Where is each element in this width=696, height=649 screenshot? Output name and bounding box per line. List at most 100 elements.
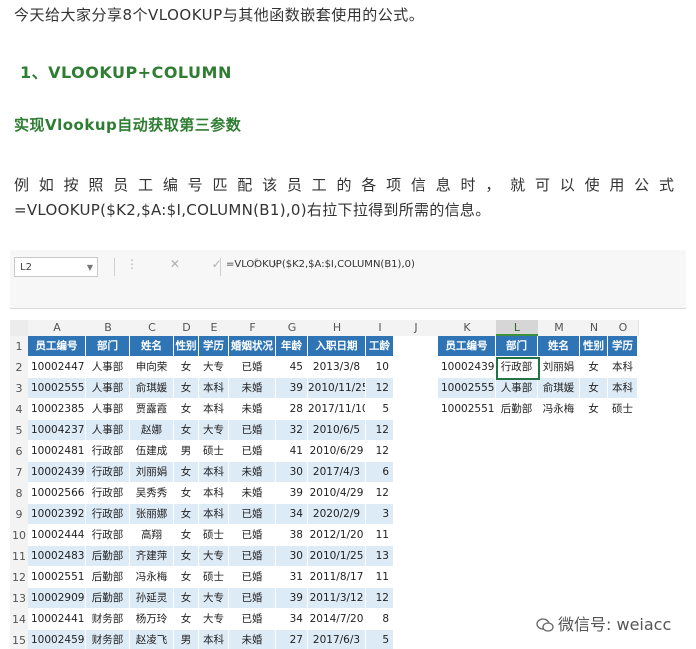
left-table-cell[interactable]: 人事部 — [86, 399, 130, 420]
left-table-cell[interactable]: 39 — [276, 378, 308, 399]
left-table-cell[interactable]: 已婚 — [229, 525, 276, 546]
row-header-12[interactable]: 12 — [10, 567, 28, 589]
right-table-cell[interactable]: 刘丽娟 — [538, 357, 580, 378]
left-table-cell[interactable]: 大专 — [199, 357, 229, 378]
left-table-cell[interactable]: 12 — [366, 483, 394, 504]
row-header-14[interactable]: 14 — [10, 609, 28, 631]
right-table-cell[interactable]: 俞琪媛 — [538, 378, 580, 399]
column-header-o[interactable]: O — [608, 320, 639, 336]
left-header-cell[interactable]: 性别 — [174, 336, 199, 357]
left-table-cell[interactable]: 3 — [366, 504, 394, 525]
left-table-cell[interactable]: 俞琪媛 — [130, 378, 174, 399]
left-table-cell[interactable]: 45 — [276, 357, 308, 378]
left-table-cell[interactable]: 10002551 — [28, 567, 86, 588]
left-table-cell[interactable]: 人事部 — [86, 378, 130, 399]
left-table-cell[interactable]: 12 — [366, 420, 394, 441]
column-header-g[interactable]: G — [276, 320, 309, 336]
column-header-e[interactable]: E — [199, 320, 230, 336]
left-table-cell[interactable]: 34 — [276, 504, 308, 525]
left-table-cell[interactable]: 行政部 — [86, 525, 130, 546]
left-table-cell[interactable]: 女 — [174, 567, 199, 588]
left-table-cell[interactable]: 女 — [174, 546, 199, 567]
left-table-cell[interactable]: 高翔 — [130, 525, 174, 546]
left-table-cell[interactable]: 赵凌飞 — [130, 630, 174, 649]
row-header-2[interactable]: 2 — [10, 357, 28, 379]
column-header-d[interactable]: D — [174, 320, 200, 336]
left-table-cell[interactable]: 已婚 — [229, 609, 276, 630]
left-table-cell[interactable]: 冯永梅 — [130, 567, 174, 588]
left-table-cell[interactable]: 女 — [174, 609, 199, 630]
left-table-cell[interactable]: 39 — [276, 588, 308, 609]
row-header-8[interactable]: 8 — [10, 483, 28, 505]
left-table-cell[interactable]: 2013/3/8 — [308, 357, 366, 378]
left-table-cell[interactable]: 13 — [366, 546, 394, 567]
left-table-cell[interactable]: 34 — [276, 609, 308, 630]
left-table-cell[interactable]: 10002439 — [28, 462, 86, 483]
left-table-cell[interactable]: 2010/11/25 — [308, 378, 366, 399]
left-table-cell[interactable]: 12 — [366, 378, 394, 399]
row-header-10[interactable]: 10 — [10, 525, 28, 547]
left-table-cell[interactable]: 11 — [366, 567, 394, 588]
left-table-cell[interactable]: 大专 — [199, 609, 229, 630]
left-table-cell[interactable]: 女 — [174, 399, 199, 420]
right-table-cell[interactable]: 10002555 — [438, 378, 496, 399]
left-table-cell[interactable]: 未婚 — [229, 399, 276, 420]
chevron-down-icon[interactable]: ▼ — [87, 258, 93, 278]
column-header-k[interactable]: K — [438, 320, 497, 336]
left-table-cell[interactable]: 31 — [276, 567, 308, 588]
left-table-cell[interactable]: 2011/3/12 — [308, 588, 366, 609]
left-table-cell[interactable]: 伍建成 — [130, 441, 174, 462]
left-table-cell[interactable]: 男 — [174, 441, 199, 462]
left-table-cell[interactable]: 39 — [276, 483, 308, 504]
left-table-cell[interactable]: 10002566 — [28, 483, 86, 504]
left-table-cell[interactable]: 10002392 — [28, 504, 86, 525]
left-table-cell[interactable]: 已婚 — [229, 441, 276, 462]
left-table-cell[interactable]: 已婚 — [229, 420, 276, 441]
left-table-cell[interactable]: 硕士 — [199, 525, 229, 546]
right-table-cell[interactable]: 女 — [580, 357, 608, 378]
right-header-cell[interactable]: 姓名 — [538, 336, 580, 357]
left-table-cell[interactable]: 硕士 — [199, 567, 229, 588]
left-table-cell[interactable]: 男 — [174, 630, 199, 649]
right-header-cell[interactable]: 部门 — [496, 336, 538, 357]
column-header-m[interactable]: M — [538, 320, 581, 336]
left-table-cell[interactable]: 10002441 — [28, 609, 86, 630]
left-table-cell[interactable]: 2010/6/5 — [308, 420, 366, 441]
right-table-cell[interactable]: 女 — [580, 399, 608, 420]
row-header-3[interactable]: 3 — [10, 378, 28, 400]
formula-text[interactable]: =VLOOKUP($K2,$A:$I,COLUMN(B1),0) — [226, 259, 415, 270]
left-table-cell[interactable]: 杨万玲 — [130, 609, 174, 630]
left-table-cell[interactable]: 申向荣 — [130, 357, 174, 378]
left-table-cell[interactable]: 行政部 — [86, 483, 130, 504]
left-header-cell[interactable]: 工龄 — [366, 336, 394, 357]
left-table-cell[interactable]: 行政部 — [86, 462, 130, 483]
left-header-cell[interactable]: 婚姻状况 — [229, 336, 276, 357]
left-header-cell[interactable]: 学历 — [199, 336, 229, 357]
column-header-j[interactable]: J — [394, 320, 439, 336]
left-table-cell[interactable]: 硕士 — [199, 441, 229, 462]
right-table-cell[interactable]: 硕士 — [608, 399, 638, 420]
row-header-1[interactable]: 1 — [10, 336, 28, 358]
left-table-cell[interactable]: 10002444 — [28, 525, 86, 546]
left-table-cell[interactable]: 本科 — [199, 630, 229, 649]
left-table-cell[interactable]: 女 — [174, 420, 199, 441]
left-table-cell[interactable]: 5 — [366, 630, 394, 649]
selected-cell-l2[interactable] — [496, 357, 540, 380]
left-table-cell[interactable]: 10002385 — [28, 399, 86, 420]
left-table-cell[interactable]: 张丽娜 — [130, 504, 174, 525]
left-table-cell[interactable]: 大专 — [199, 546, 229, 567]
row-header-5[interactable]: 5 — [10, 420, 28, 442]
left-table-cell[interactable]: 财务部 — [86, 630, 130, 649]
left-table-cell[interactable]: 30 — [276, 546, 308, 567]
right-table-cell[interactable]: 女 — [580, 378, 608, 399]
left-table-cell[interactable]: 未婚 — [229, 462, 276, 483]
left-table-cell[interactable]: 2012/1/20 — [308, 525, 366, 546]
left-table-cell[interactable]: 30 — [276, 462, 308, 483]
name-box[interactable]: L2 ▼ — [14, 257, 98, 277]
left-table-cell[interactable]: 6 — [366, 462, 394, 483]
left-table-cell[interactable]: 后勤部 — [86, 567, 130, 588]
left-table-cell[interactable]: 10002447 — [28, 357, 86, 378]
row-header-11[interactable]: 11 — [10, 546, 28, 568]
left-table-cell[interactable]: 行政部 — [86, 504, 130, 525]
column-header-c[interactable]: C — [130, 320, 175, 336]
